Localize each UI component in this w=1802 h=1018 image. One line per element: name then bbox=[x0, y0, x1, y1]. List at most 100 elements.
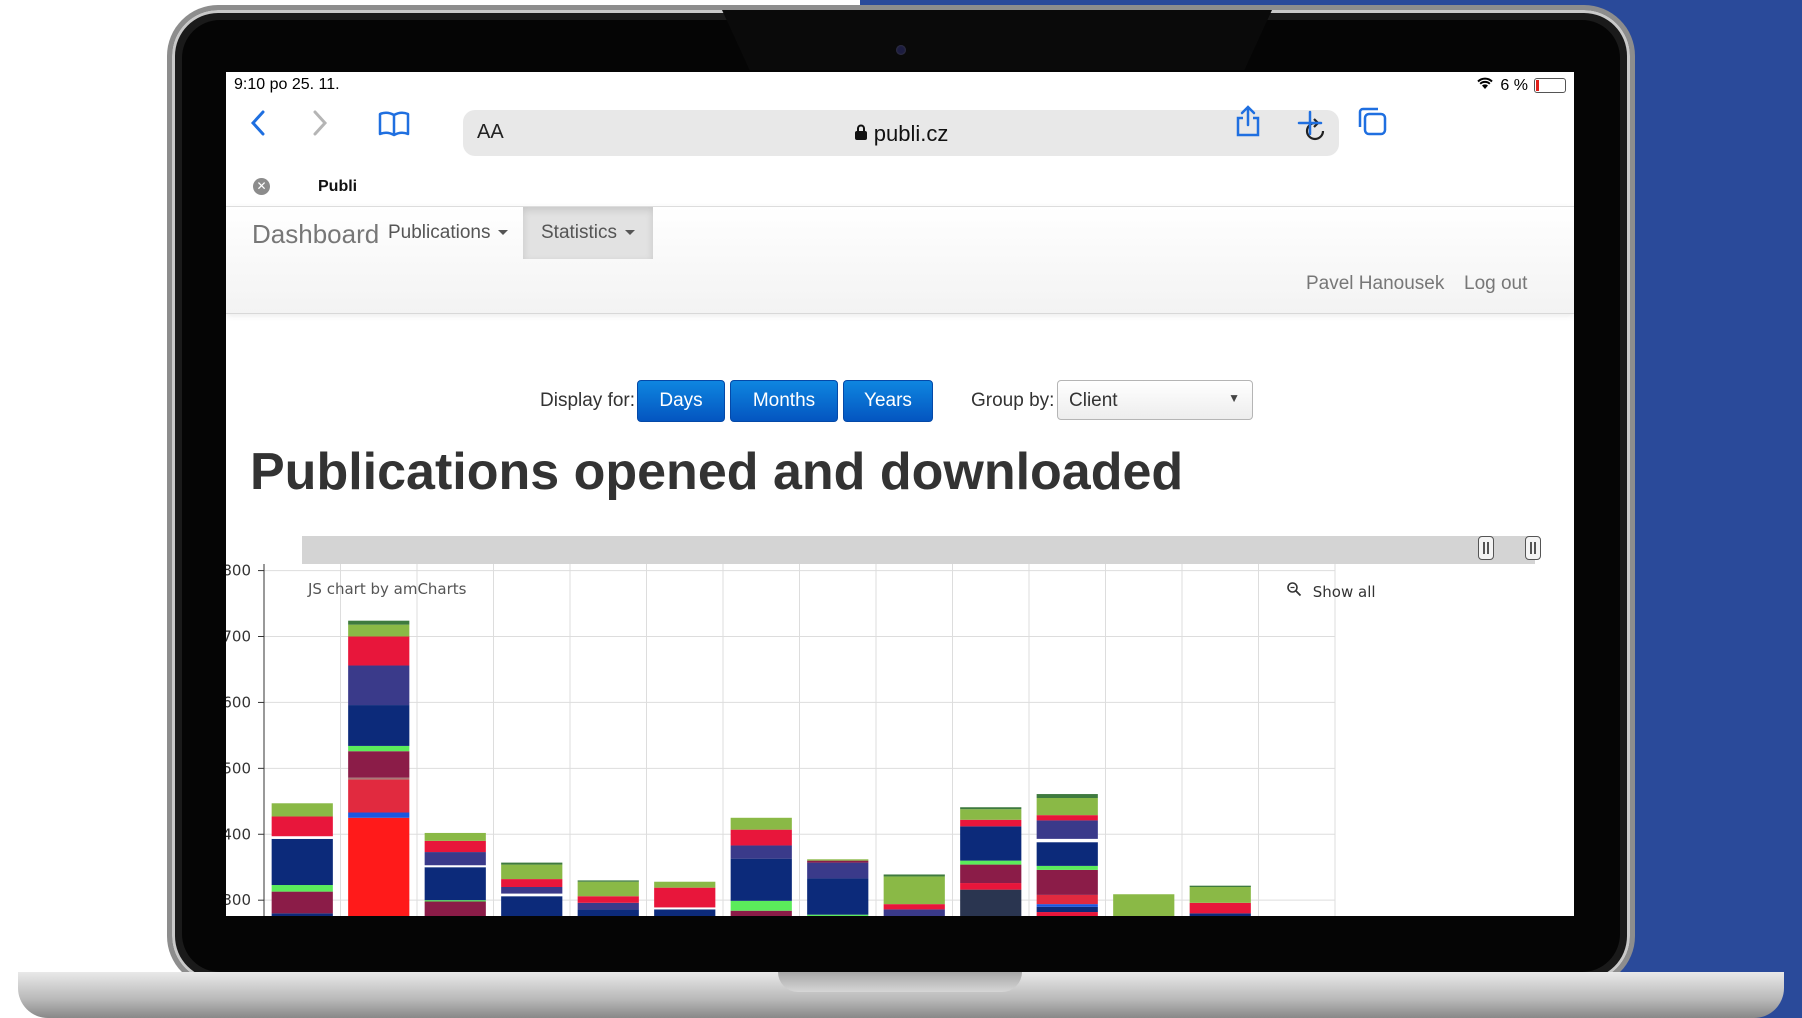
bar-segment[interactable] bbox=[730, 900, 792, 911]
bar-segment[interactable] bbox=[424, 840, 486, 853]
bar-segment[interactable] bbox=[1113, 894, 1175, 916]
bar-segment[interactable] bbox=[577, 880, 639, 882]
bar-segment[interactable] bbox=[960, 807, 1022, 810]
bar-segment[interactable] bbox=[271, 803, 333, 817]
close-tab-icon[interactable]: ✕ bbox=[253, 178, 270, 195]
bar-segment[interactable] bbox=[1036, 869, 1098, 895]
bar-segment[interactable] bbox=[730, 817, 792, 830]
back-icon[interactable] bbox=[236, 98, 280, 158]
bar-segment[interactable] bbox=[960, 819, 1022, 827]
nav-statistics-dropdown[interactable]: Statistics bbox=[523, 207, 654, 259]
bar-segment[interactable] bbox=[348, 665, 410, 706]
bar-segment[interactable] bbox=[807, 859, 869, 861]
bar-segment[interactable] bbox=[1189, 902, 1251, 914]
bar-segment[interactable] bbox=[1036, 815, 1098, 821]
bar-segment[interactable] bbox=[577, 881, 639, 897]
bar-segment[interactable] bbox=[348, 636, 410, 666]
bar-segment[interactable] bbox=[654, 881, 716, 888]
bar-segment[interactable] bbox=[501, 886, 563, 894]
bar-segment[interactable] bbox=[883, 909, 945, 916]
bar-segment[interactable] bbox=[348, 812, 410, 818]
url-field[interactable]: publi.cz bbox=[463, 121, 1339, 147]
bar-segment[interactable] bbox=[654, 909, 716, 916]
bar-segment[interactable] bbox=[960, 826, 1022, 861]
bar-segment[interactable] bbox=[271, 836, 333, 839]
bar-segment[interactable] bbox=[1189, 886, 1251, 903]
bar-segment[interactable] bbox=[501, 896, 563, 916]
days-button[interactable]: Days bbox=[637, 380, 725, 422]
bar-segment[interactable] bbox=[807, 862, 869, 879]
user-profile-link[interactable]: Pavel Hanousek bbox=[1306, 273, 1444, 295]
bar-segment[interactable] bbox=[501, 879, 563, 887]
bar-segment[interactable] bbox=[577, 909, 639, 916]
tab-title[interactable]: Publi bbox=[318, 178, 357, 196]
show-all-button[interactable]: Show all bbox=[1286, 581, 1376, 601]
bar-segment[interactable] bbox=[960, 883, 1022, 890]
bar-segment[interactable] bbox=[348, 745, 410, 752]
bar-segment[interactable] bbox=[960, 809, 1022, 820]
bar-segment[interactable] bbox=[1036, 894, 1098, 905]
bar-segment[interactable] bbox=[1036, 904, 1098, 907]
bar-segment[interactable] bbox=[501, 864, 563, 880]
bar-segment[interactable] bbox=[501, 862, 563, 865]
tabs-overview-icon[interactable] bbox=[1350, 98, 1394, 158]
bar-segment[interactable] bbox=[883, 904, 945, 910]
bar-segment[interactable] bbox=[271, 891, 333, 914]
bar-segment[interactable] bbox=[807, 878, 869, 915]
bar-segment[interactable] bbox=[348, 751, 410, 778]
share-icon[interactable] bbox=[1226, 98, 1270, 158]
bar-segment[interactable] bbox=[271, 885, 333, 892]
bar-segment[interactable] bbox=[730, 845, 792, 859]
bar-segment[interactable] bbox=[1036, 820, 1098, 839]
bar-segment[interactable] bbox=[807, 914, 869, 916]
bar-segment[interactable] bbox=[271, 838, 333, 886]
bar-segment[interactable] bbox=[271, 913, 333, 916]
bar-segment[interactable] bbox=[730, 829, 792, 846]
bar-segment[interactable] bbox=[960, 889, 1022, 916]
bar-segment[interactable] bbox=[960, 860, 1022, 865]
address-bar[interactable]: AA publi.cz bbox=[463, 110, 1339, 156]
bar-segment[interactable] bbox=[1036, 906, 1098, 913]
bar-segment[interactable] bbox=[348, 620, 410, 625]
forward-icon[interactable] bbox=[298, 98, 342, 158]
months-button[interactable]: Months bbox=[730, 380, 838, 422]
nav-publications-dropdown[interactable]: Publications bbox=[370, 207, 526, 259]
bar-segment[interactable] bbox=[1036, 838, 1098, 843]
bar-segment[interactable] bbox=[424, 832, 486, 841]
bar-segment[interactable] bbox=[654, 887, 716, 908]
bar-segment[interactable] bbox=[883, 876, 945, 905]
bar-segment[interactable] bbox=[1036, 794, 1098, 799]
bar-segment[interactable] bbox=[807, 860, 869, 863]
bar-segment[interactable] bbox=[654, 907, 716, 910]
bar-segment[interactable] bbox=[577, 896, 639, 903]
brand-dashboard-link[interactable]: Dashboard bbox=[252, 219, 379, 250]
bar-segment[interactable] bbox=[883, 874, 945, 877]
bar-segment[interactable] bbox=[348, 624, 410, 637]
bar-segment[interactable] bbox=[577, 902, 639, 910]
logout-link[interactable]: Log out bbox=[1464, 273, 1527, 295]
bar-segment[interactable] bbox=[730, 858, 792, 901]
bar-segment[interactable] bbox=[348, 777, 410, 780]
bar-segment[interactable] bbox=[960, 864, 1022, 884]
bar-segment[interactable] bbox=[348, 817, 410, 916]
new-tab-icon[interactable] bbox=[1288, 98, 1332, 158]
bar-segment[interactable] bbox=[424, 900, 486, 902]
bar-segment[interactable] bbox=[730, 910, 792, 916]
bar-segment[interactable] bbox=[1189, 885, 1251, 887]
bar-segment[interactable] bbox=[271, 816, 333, 837]
group-by-select[interactable]: Client ▼ bbox=[1057, 380, 1253, 420]
bar-segment[interactable] bbox=[1189, 913, 1251, 916]
bar-segment[interactable] bbox=[1036, 912, 1098, 916]
bar-segment[interactable] bbox=[348, 779, 410, 813]
bar-segment[interactable] bbox=[424, 901, 486, 916]
bar-segment[interactable] bbox=[424, 865, 486, 868]
bar-segment[interactable] bbox=[424, 852, 486, 866]
bar-segment[interactable] bbox=[1036, 865, 1098, 870]
bar-segment[interactable] bbox=[424, 867, 486, 901]
bar-segment[interactable] bbox=[501, 893, 563, 897]
bar-segment[interactable] bbox=[348, 705, 410, 746]
bar-segment[interactable] bbox=[1036, 798, 1098, 816]
bookmarks-icon[interactable] bbox=[372, 98, 416, 158]
years-button[interactable]: Years bbox=[843, 380, 933, 422]
bar-segment[interactable] bbox=[1036, 842, 1098, 866]
